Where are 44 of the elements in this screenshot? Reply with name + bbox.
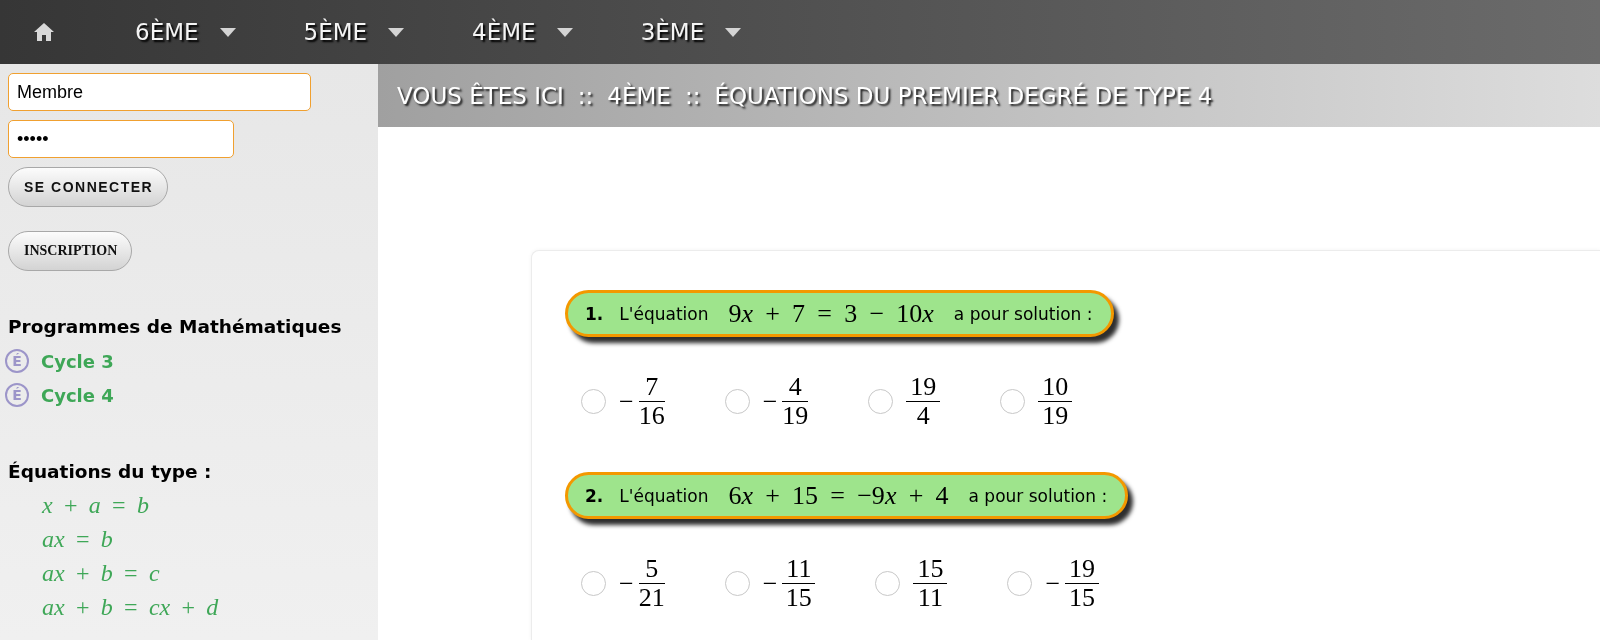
caret-icon (219, 27, 236, 37)
username-field[interactable]: Membre (8, 73, 311, 111)
breadcrumb-separator: :: (684, 82, 701, 109)
radio-button[interactable] (581, 389, 606, 414)
nav-menu-item[interactable]: 5ÈME (303, 19, 405, 45)
radio-button[interactable] (1000, 389, 1026, 414)
nav-menu-item[interactable]: 6ÈME (135, 19, 236, 45)
question-intro-text: L'équation (619, 485, 709, 506)
question-number: 2. (585, 485, 604, 506)
question-intro-text: L'équation (619, 303, 709, 324)
register-button[interactable]: INSCRIPTION (8, 231, 133, 271)
question-end-text: a pour solution : (968, 485, 1108, 506)
logo-mark: É (5, 383, 29, 407)
equation-type: ax + b = c (42, 559, 161, 588)
equation-type: ax = b (42, 525, 114, 554)
question-end-text: a pour solution : (953, 303, 1093, 324)
radio-button[interactable] (581, 571, 606, 596)
section-heading: Équations du type : (8, 461, 212, 483)
breadcrumb-separator: :: (577, 82, 594, 109)
equation-text: 6x + 15 = −9x + 4 (728, 480, 949, 511)
breadcrumb-current: ÉQUATIONS DU PREMIER DEGRÉ DE TYPE 4 (714, 82, 1213, 109)
radio-button[interactable] (1007, 571, 1033, 596)
equation-type: ax + b = cx + d (42, 593, 219, 622)
equation-type: x + a = b (42, 491, 150, 520)
password-field[interactable]: ••••• (8, 120, 234, 158)
answer-fraction: 15 11 (913, 556, 948, 611)
caret-icon (556, 27, 573, 37)
answer-fraction: 10 19 (1038, 374, 1073, 429)
radio-button[interactable] (724, 389, 750, 414)
section-heading: Programmes de Mathématiques (8, 316, 342, 338)
radio-button[interactable] (875, 571, 901, 596)
nav-menu-item[interactable]: 3ÈME (640, 19, 742, 45)
breadcrumb-prefix: VOUS ÊTES ICI (397, 82, 564, 109)
caret-icon (388, 27, 405, 37)
question-number: 1. (585, 303, 604, 324)
login-button[interactable]: SE CONNECTER (8, 167, 169, 207)
radio-button[interactable] (724, 571, 750, 596)
logo-mark: É (5, 349, 29, 373)
equation-text: 9x + 7 = 3 − 10x (728, 298, 934, 329)
home-icon[interactable] (34, 23, 54, 41)
caret-icon (725, 27, 742, 37)
nav-menu-item[interactable]: 4ÈME (472, 19, 573, 45)
radio-button[interactable] (868, 389, 894, 414)
answer-fraction: 19 4 (906, 374, 941, 429)
